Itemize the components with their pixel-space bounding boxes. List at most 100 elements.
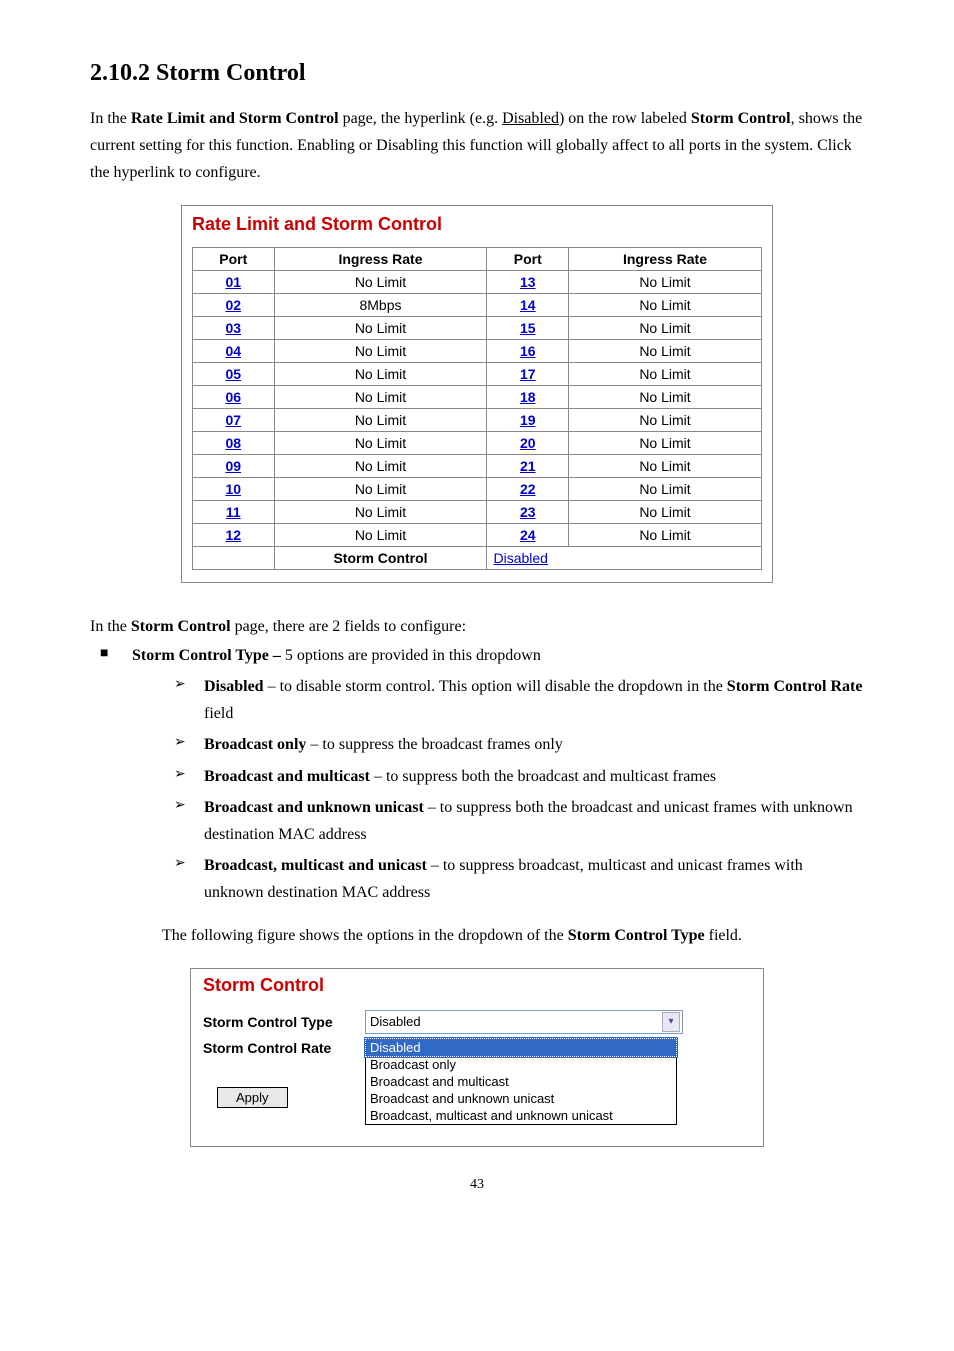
intro-paragraph: In the Rate Limit and Storm Control page… [90,105,864,187]
dropdown-option[interactable]: Disabled [365,1038,677,1057]
text-bold: Storm Control [691,110,791,127]
table-header-row: Port Ingress Rate Port Ingress Rate [193,247,762,270]
list-item: Broadcast only – to suppress the broadca… [132,731,864,758]
text-bold: Rate Limit and Storm Control [131,110,339,127]
apply-button[interactable]: Apply [217,1087,288,1108]
table-row: 09 No Limit 21 No Limit [193,454,762,477]
port-link[interactable]: 13 [520,274,536,290]
panel-title: Storm Control [203,973,753,1010]
dropdown-option[interactable]: Broadcast only [366,1056,676,1073]
list-item: Broadcast, multicast and unicast – to su… [132,852,864,906]
col-port: Port [487,247,569,270]
sub-bullet-list: Disabled – to disable storm control. Thi… [132,673,864,907]
mid-paragraph: In the Storm Control page, there are 2 f… [90,613,864,640]
col-port: Port [193,247,275,270]
table-row: 02 8Mbps 14 No Limit [193,293,762,316]
port-link[interactable]: 14 [520,297,536,313]
dropdown-option[interactable]: Broadcast and unknown unicast [366,1090,676,1107]
table-row: 07 No Limit 19 No Limit [193,408,762,431]
text: The following figure shows the options i… [162,927,568,944]
list-item: Broadcast and multicast – to suppress bo… [132,763,864,790]
ingress-cell: No Limit [569,316,762,339]
text: – to suppress both the broadcast and mul… [370,768,716,785]
text-bold: Disabled [204,678,264,695]
port-link[interactable]: 10 [225,481,241,497]
port-link[interactable]: 07 [225,412,241,428]
text-bold: Storm Control Rate [727,678,863,695]
text-bold: Broadcast, multicast and unicast [204,857,427,874]
chevron-down-icon: ▾ [662,1012,680,1032]
rate-limit-panel: Rate Limit and Storm Control Port Ingres… [181,205,773,583]
port-link[interactable]: 15 [520,320,536,336]
ingress-cell: No Limit [569,500,762,523]
port-link[interactable]: 22 [520,481,536,497]
ingress-cell: No Limit [274,385,487,408]
text: field [204,705,233,722]
storm-control-link[interactable]: Disabled [493,550,547,566]
table-row: 04 No Limit 16 No Limit [193,339,762,362]
port-link[interactable]: 18 [520,389,536,405]
col-ingress: Ingress Rate [274,247,487,270]
port-link[interactable]: 08 [225,435,241,451]
table-row: 08 No Limit 20 No Limit [193,431,762,454]
text: page, the hyperlink (e.g. [339,110,503,127]
port-link[interactable]: 19 [520,412,536,428]
dropdown-option[interactable]: Broadcast, multicast and unknown unicast [366,1107,676,1124]
storm-control-type-select[interactable]: Disabled ▾ [365,1010,683,1034]
list-item: Storm Control Type – 5 options are provi… [90,642,864,907]
port-link[interactable]: 12 [225,527,241,543]
ingress-cell: No Limit [569,293,762,316]
text-bold: Broadcast and unknown unicast [204,799,424,816]
port-link[interactable]: 16 [520,343,536,359]
list-item: Disabled – to disable storm control. Thi… [132,673,864,727]
port-link[interactable]: 09 [225,458,241,474]
port-link[interactable]: 03 [225,320,241,336]
ingress-cell: No Limit [569,454,762,477]
port-link[interactable]: 24 [520,527,536,543]
table-row: 03 No Limit 15 No Limit [193,316,762,339]
page-number: 43 [90,1177,864,1193]
port-link[interactable]: 17 [520,366,536,382]
ingress-cell: No Limit [274,500,487,523]
table-row: 01 No Limit 13 No Limit [193,270,762,293]
text-underline: Disabled [502,110,559,127]
storm-control-type-options[interactable]: Disabled Broadcast only Broadcast and mu… [365,1038,677,1125]
table-row: 11 No Limit 23 No Limit [193,500,762,523]
ingress-cell: No Limit [569,385,762,408]
table-row: 06 No Limit 18 No Limit [193,385,762,408]
rate-limit-table: Port Ingress Rate Port Ingress Rate 01 N… [192,247,762,570]
ingress-cell: No Limit [569,362,762,385]
dropdown-option[interactable]: Broadcast and multicast [366,1073,676,1090]
ingress-cell: No Limit [569,477,762,500]
followup-paragraph: The following figure shows the options i… [90,922,864,949]
port-link[interactable]: 06 [225,389,241,405]
ingress-cell: 8Mbps [274,293,487,316]
ingress-cell: No Limit [274,454,487,477]
ingress-cell: No Limit [274,408,487,431]
port-link[interactable]: 21 [520,458,536,474]
text-bold: Broadcast only [204,736,306,753]
port-link[interactable]: 20 [520,435,536,451]
port-link[interactable]: 01 [225,274,241,290]
ingress-cell: No Limit [274,477,487,500]
text: – to suppress the broadcast frames only [306,736,562,753]
ingress-cell: No Limit [569,408,762,431]
ingress-cell: No Limit [569,270,762,293]
port-link[interactable]: 04 [225,343,241,359]
port-link[interactable]: 23 [520,504,536,520]
section-heading: 2.10.2 Storm Control [90,60,864,87]
text-bold: Storm Control Type – [132,647,285,664]
ingress-cell: No Limit [569,523,762,546]
ingress-cell: No Limit [274,316,487,339]
ingress-cell: No Limit [569,431,762,454]
text: – to disable storm control. This option … [264,678,727,695]
text-bold: Storm Control Type [568,927,705,944]
ingress-cell: No Limit [274,523,487,546]
text: ) on the row labeled [559,110,691,127]
bullet-list: Storm Control Type – 5 options are provi… [90,642,864,907]
ingress-cell: No Limit [274,339,487,362]
port-link[interactable]: 11 [226,504,241,520]
table-row: 10 No Limit 22 No Limit [193,477,762,500]
port-link[interactable]: 05 [225,366,241,382]
port-link[interactable]: 02 [225,297,241,313]
